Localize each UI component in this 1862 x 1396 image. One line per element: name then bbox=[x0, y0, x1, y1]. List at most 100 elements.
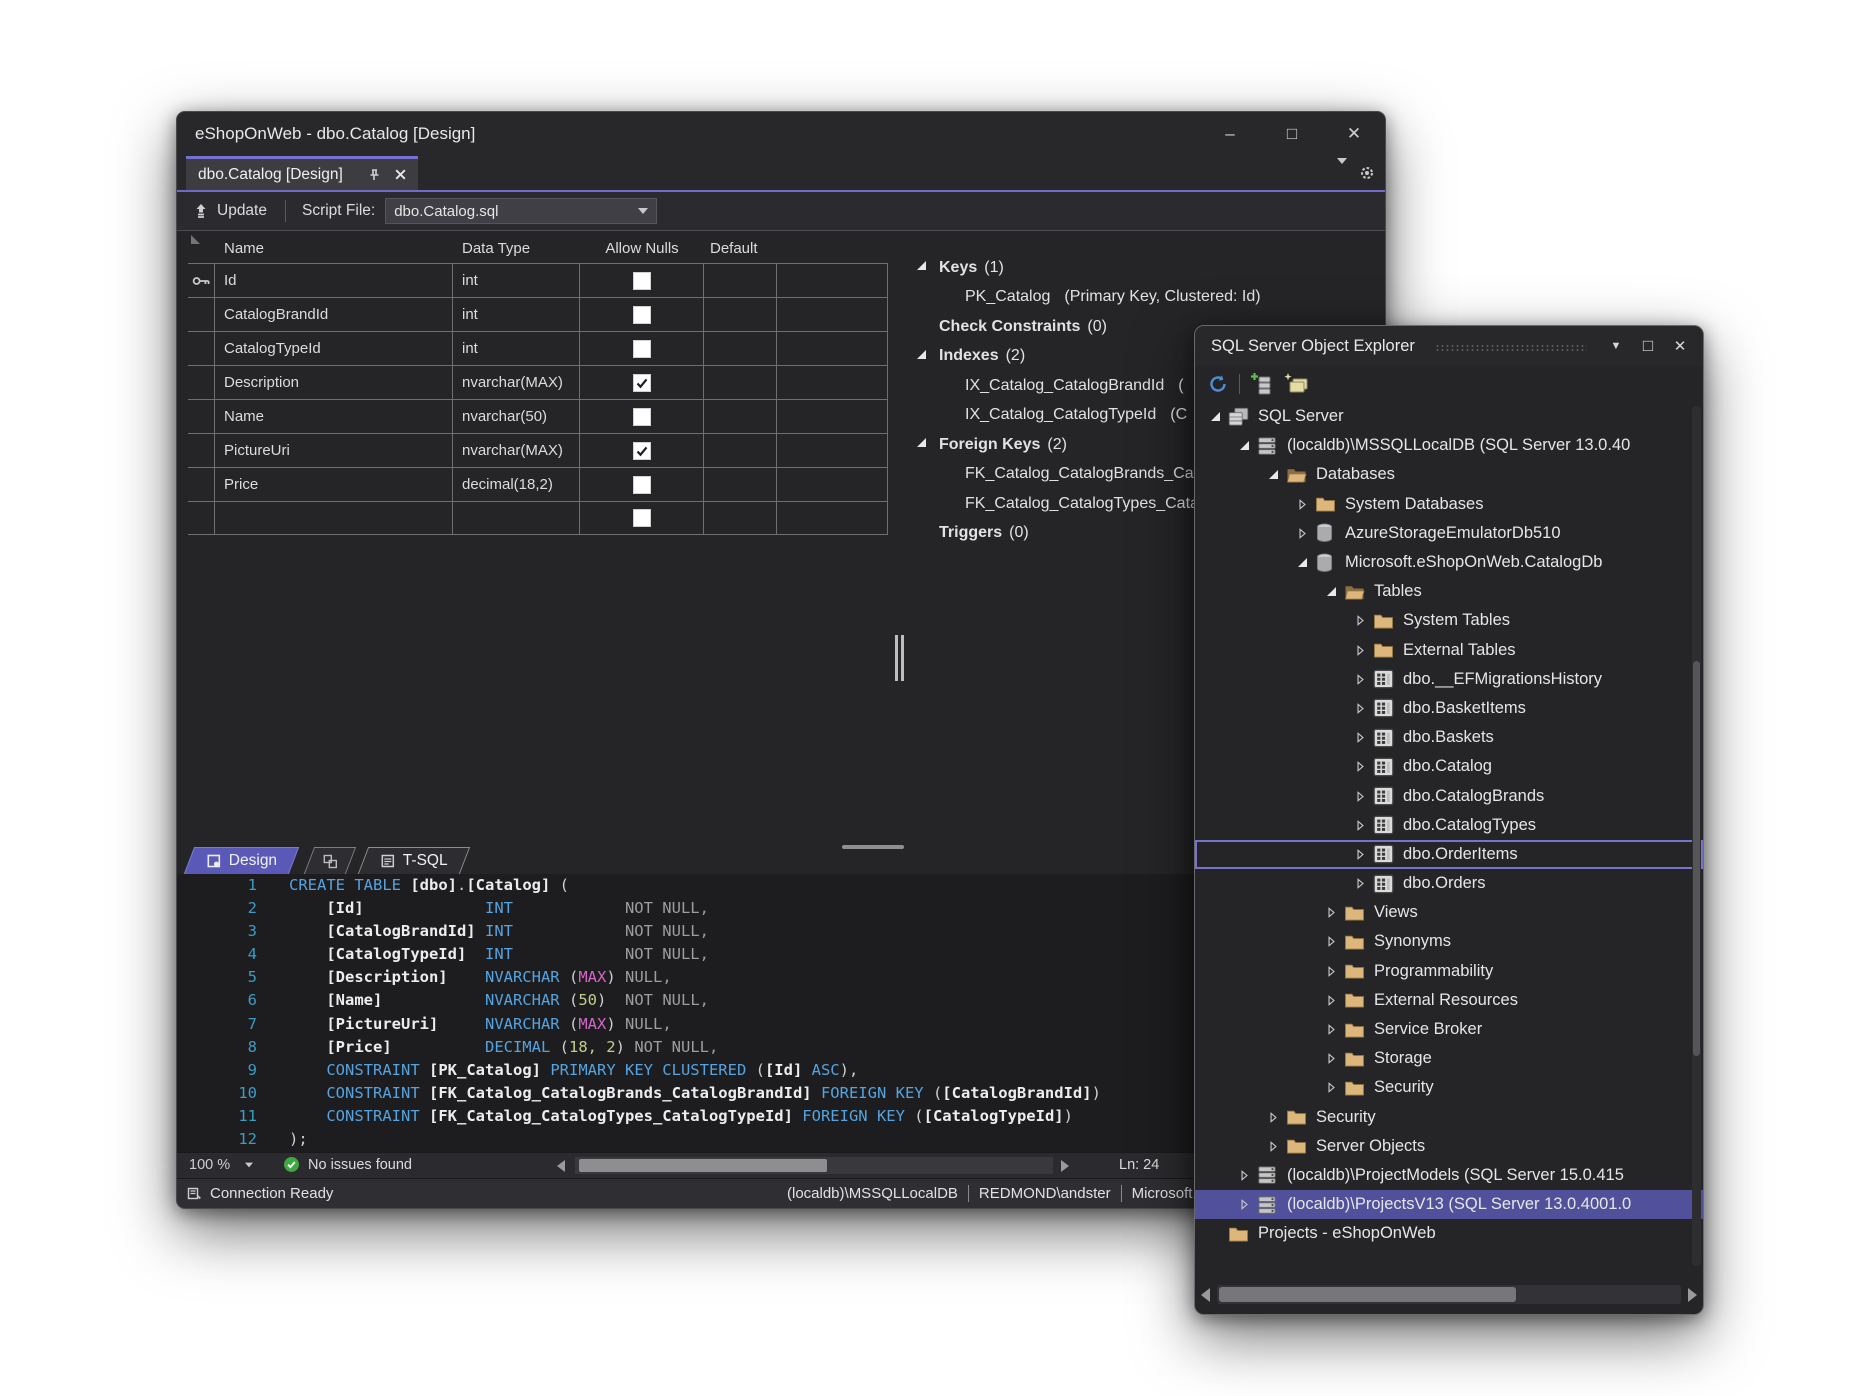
cell-default[interactable] bbox=[704, 400, 777, 433]
collapsed-arrow-icon[interactable] bbox=[1325, 1082, 1338, 1093]
tree-item-security[interactable]: Security bbox=[1195, 1103, 1703, 1132]
tree-item-dbo-catalogtypes[interactable]: dbo.CatalogTypes bbox=[1195, 811, 1703, 840]
add-sql-server-icon[interactable] bbox=[1250, 372, 1274, 396]
tree-item-microsoft-eshoponweb-catalogdb[interactable]: Microsoft.eShopOnWeb.CatalogDb bbox=[1195, 548, 1703, 577]
collapsed-arrow-icon[interactable] bbox=[1354, 849, 1367, 860]
ssoe-maximize-button[interactable]: □ bbox=[1637, 336, 1659, 356]
scrollbar-thumb[interactable] bbox=[579, 1159, 827, 1172]
ssoe-horizontal-scrollbar[interactable] bbox=[1199, 1284, 1699, 1306]
cell-extra[interactable] bbox=[777, 400, 888, 433]
new-window-icon[interactable] bbox=[1284, 372, 1310, 396]
tree-item-sql-server[interactable]: SQL Server bbox=[1195, 402, 1703, 431]
tree-item-localdb-mssqllocaldb-sql-server-13-0-40[interactable]: (localdb)\MSSQLLocalDB (SQL Server 13.0.… bbox=[1195, 431, 1703, 460]
tree-item-security[interactable]: Security bbox=[1195, 1073, 1703, 1102]
collapsed-arrow-icon[interactable] bbox=[1354, 674, 1367, 685]
collapsed-arrow-icon[interactable] bbox=[1296, 528, 1309, 539]
collapsed-arrow-icon[interactable] bbox=[1354, 878, 1367, 889]
close-icon[interactable] bbox=[392, 167, 408, 183]
gear-icon[interactable] bbox=[1359, 165, 1375, 181]
tree-item-views[interactable]: Views bbox=[1195, 898, 1703, 927]
collapsed-arrow-icon[interactable] bbox=[1267, 1112, 1280, 1123]
collapsed-arrow-icon[interactable] bbox=[1296, 499, 1309, 510]
collapsed-arrow-icon[interactable] bbox=[1325, 966, 1338, 977]
refresh-icon[interactable] bbox=[1207, 373, 1229, 395]
tree-item-synonyms[interactable]: Synonyms bbox=[1195, 927, 1703, 956]
tab-sync-panel[interactable] bbox=[304, 847, 356, 874]
tree-item-dbo-basketitems[interactable]: dbo.BasketItems bbox=[1195, 694, 1703, 723]
properties-item-pk-catalog[interactable]: PK_Catalog(Primary Key, Clustered: Id) bbox=[917, 283, 1386, 313]
tree-item-dbo-orders[interactable]: dbo.Orders bbox=[1195, 869, 1703, 898]
cell-data-type[interactable]: nvarchar(MAX) bbox=[453, 434, 580, 467]
cell-extra[interactable] bbox=[777, 264, 888, 297]
tree-item-databases[interactable]: Databases bbox=[1195, 460, 1703, 489]
properties-group-keys[interactable]: Keys(1) bbox=[917, 253, 1386, 283]
collapsed-arrow-icon[interactable] bbox=[1325, 936, 1338, 947]
collapsed-arrow-icon[interactable] bbox=[1267, 1141, 1280, 1152]
cell-default[interactable] bbox=[704, 366, 777, 399]
row-indicator[interactable] bbox=[188, 468, 215, 501]
tree-item-dbo-orderitems[interactable]: dbo.OrderItems bbox=[1195, 840, 1703, 869]
row-indicator[interactable] bbox=[188, 502, 215, 534]
cell-data-type[interactable]: int bbox=[453, 332, 580, 365]
cell-data-type[interactable]: int bbox=[453, 298, 580, 331]
cell-extra[interactable] bbox=[777, 468, 888, 501]
minimize-button[interactable]: – bbox=[1199, 112, 1261, 156]
collapsed-arrow-icon[interactable] bbox=[1354, 615, 1367, 626]
row-indicator[interactable] bbox=[188, 366, 215, 399]
expanded-arrow-icon[interactable] bbox=[1325, 587, 1338, 596]
row-indicator[interactable] bbox=[188, 400, 215, 433]
pane-splitter[interactable] bbox=[895, 635, 904, 681]
zoom-control[interactable]: 100 % bbox=[189, 1157, 254, 1173]
cell-name[interactable]: Id bbox=[215, 264, 453, 297]
cell-extra[interactable] bbox=[777, 366, 888, 399]
tree-item-system-databases[interactable]: System Databases bbox=[1195, 490, 1703, 519]
tab-dbo-catalog-design[interactable]: dbo.Catalog [Design] bbox=[186, 156, 418, 190]
collapsed-arrow-icon[interactable] bbox=[1354, 761, 1367, 772]
expanded-arrow-icon[interactable] bbox=[1209, 412, 1222, 421]
allow-nulls-checkbox[interactable] bbox=[633, 306, 651, 324]
cell-data-type[interactable]: decimal(18,2) bbox=[453, 468, 580, 501]
tree-item-system-tables[interactable]: System Tables bbox=[1195, 606, 1703, 635]
tree-item-external-tables[interactable]: External Tables bbox=[1195, 636, 1703, 665]
cell-allow-nulls[interactable] bbox=[580, 298, 704, 331]
collapsed-arrow-icon[interactable] bbox=[1238, 1199, 1251, 1210]
collapsed-arrow-icon[interactable] bbox=[1354, 820, 1367, 831]
expanded-arrow-icon[interactable] bbox=[1296, 558, 1309, 567]
tree-item-server-objects[interactable]: Server Objects bbox=[1195, 1132, 1703, 1161]
scrollbar-thumb[interactable] bbox=[1219, 1287, 1516, 1302]
cell-data-type[interactable]: int bbox=[453, 264, 580, 297]
cell-name[interactable]: Name bbox=[215, 400, 453, 433]
scroll-left-arrow[interactable] bbox=[557, 1160, 565, 1172]
cell-allow-nulls[interactable] bbox=[580, 264, 704, 297]
scrollbar-track[interactable] bbox=[1217, 1285, 1681, 1304]
cell-extra[interactable] bbox=[777, 332, 888, 365]
expanded-arrow-icon[interactable] bbox=[917, 438, 926, 447]
tree-item-dbo-baskets[interactable]: dbo.Baskets bbox=[1195, 723, 1703, 752]
column-header-default[interactable]: Default bbox=[704, 240, 777, 257]
cell-allow-nulls[interactable] bbox=[580, 366, 704, 399]
pin-icon[interactable] bbox=[366, 167, 382, 183]
cell-default[interactable] bbox=[704, 434, 777, 467]
tree-item-external-resources[interactable]: External Resources bbox=[1195, 986, 1703, 1015]
cell-extra[interactable] bbox=[777, 434, 888, 467]
close-button[interactable]: ✕ bbox=[1323, 112, 1385, 156]
allow-nulls-checkbox[interactable] bbox=[633, 408, 651, 426]
expanded-arrow-icon[interactable] bbox=[917, 261, 926, 270]
tab-tsql[interactable]: T-SQL bbox=[358, 847, 470, 874]
cell-default[interactable] bbox=[704, 264, 777, 297]
cell-default[interactable] bbox=[704, 298, 777, 331]
chevron-down-icon[interactable] bbox=[1337, 164, 1347, 182]
row-indicator[interactable] bbox=[188, 264, 215, 297]
cell-name[interactable]: Price bbox=[215, 468, 453, 501]
select-all-icon[interactable] bbox=[191, 235, 200, 244]
collapsed-arrow-icon[interactable] bbox=[1325, 1053, 1338, 1064]
expanded-arrow-icon[interactable] bbox=[1267, 470, 1280, 479]
row-indicator[interactable] bbox=[188, 298, 215, 331]
scroll-right-arrow[interactable] bbox=[1688, 1288, 1697, 1302]
tree-item-azurestorageemulatordb510[interactable]: AzureStorageEmulatorDb510 bbox=[1195, 519, 1703, 548]
tree-item-localdb-projectmodels-sql-server-15-0-415[interactable]: (localdb)\ProjectModels (SQL Server 15.0… bbox=[1195, 1161, 1703, 1190]
cell-name[interactable]: PictureUri bbox=[215, 434, 453, 467]
tree-item-tables[interactable]: Tables bbox=[1195, 577, 1703, 606]
update-button[interactable]: Update bbox=[177, 192, 281, 230]
cell-allow-nulls[interactable] bbox=[580, 468, 704, 501]
